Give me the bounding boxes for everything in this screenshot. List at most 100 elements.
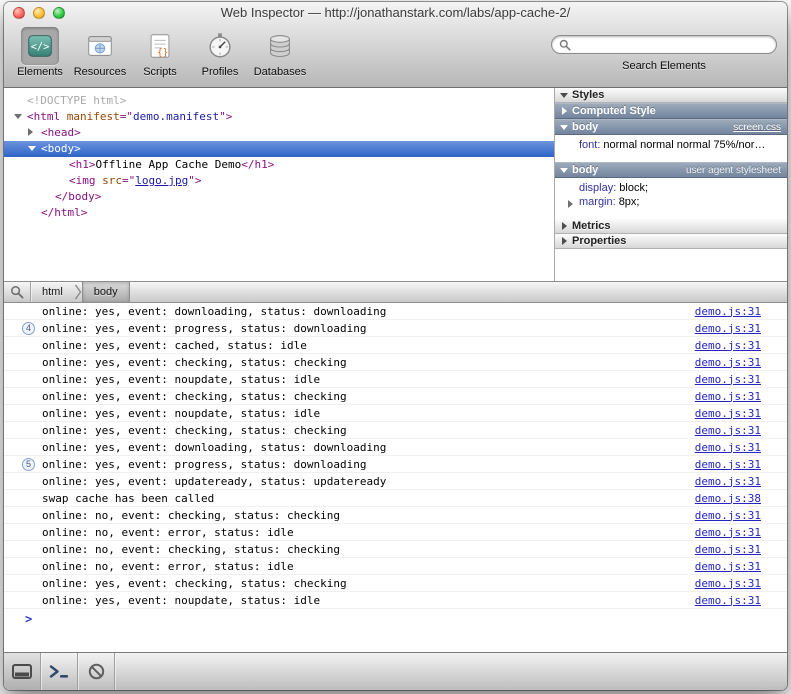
window-chrome: Web Inspector — http://jonathanstark.com… (4, 2, 787, 88)
source-location-link[interactable]: demo.js:31 (695, 305, 761, 318)
css-property-value: 8px; (619, 196, 640, 208)
css-property-display[interactable]: display:block; (555, 181, 787, 195)
close-button[interactable] (13, 7, 25, 19)
toolbar-item-profiles[interactable]: Profiles (190, 26, 250, 78)
dom-token-tag: =" (122, 174, 135, 187)
rule-properties: font:normal normal normal 75%/nor… (555, 135, 787, 162)
disclosure-right-icon[interactable] (560, 237, 568, 245)
dom-tree-node[interactable]: <img src="logo.jpg"> (4, 173, 554, 189)
source-location-link[interactable]: demo.js:31 (695, 322, 761, 335)
console-message-row: online: yes, event: checking, status: ch… (4, 422, 787, 439)
source-location-link[interactable]: demo.js:31 (695, 594, 761, 607)
disclosure-down-icon[interactable] (14, 109, 27, 125)
dom-tree-node[interactable]: <!DOCTYPE html> (4, 93, 554, 109)
search-field[interactable] (551, 35, 777, 54)
toolbar-label: Elements (17, 66, 63, 78)
dom-token-tag: </html> (41, 206, 87, 219)
disclosure-down-icon[interactable] (560, 125, 568, 130)
source-location-link[interactable]: demo.js:31 (695, 407, 761, 420)
console-toggle-button[interactable] (41, 653, 78, 690)
search-input[interactable] (575, 39, 769, 51)
dom-token-gray: <!DOCTYPE html> (27, 94, 126, 107)
toolbar-item-elements[interactable]: </> Elements (10, 26, 70, 78)
toolbar-item-scripts[interactable]: {} Scripts (130, 26, 190, 78)
css-property-name: display: (579, 182, 616, 194)
properties-section-header[interactable]: Properties (555, 234, 787, 249)
dock-console-button[interactable] (4, 653, 41, 690)
source-location-link[interactable]: demo.js:31 (695, 458, 761, 471)
status-bar (4, 652, 787, 690)
console-prompt-caret: > (25, 612, 32, 626)
toolbar: </> Elements Resources (4, 24, 787, 87)
dom-token-tag: </body> (55, 190, 101, 203)
minimize-button[interactable] (33, 7, 45, 19)
computed-style-header[interactable]: Computed Style (555, 103, 787, 119)
console-search-button[interactable] (4, 282, 31, 302)
dom-tree-node[interactable]: <h1>Offline App Cache Demo</h1> (4, 157, 554, 173)
resource-link[interactable]: logo.jpg (135, 174, 188, 187)
source-location-link[interactable]: demo.js:31 (695, 424, 761, 437)
disclosure-right-icon[interactable] (568, 198, 573, 209)
zoom-button[interactable] (53, 7, 65, 19)
css-property-name: margin: (579, 196, 616, 208)
toolbar-item-resources[interactable]: Resources (70, 26, 130, 78)
dom-tree-node[interactable]: </body> (4, 189, 554, 205)
source-location-link[interactable]: demo.js:31 (695, 339, 761, 352)
source-location-link[interactable]: demo.js:31 (695, 577, 761, 590)
dom-tree-node[interactable]: </html> (4, 205, 554, 221)
disclosure-down-icon[interactable] (560, 168, 568, 173)
source-location-link[interactable]: demo.js:31 (695, 560, 761, 573)
disclosure-right-icon[interactable] (28, 125, 41, 141)
stylesheet-link[interactable]: screen.css (733, 122, 781, 133)
dock-icon (12, 664, 32, 679)
console-message-row: online: no, event: checking, status: che… (4, 541, 787, 558)
title-bar[interactable]: Web Inspector — http://jonathanstark.com… (4, 2, 787, 24)
console-message-row: online: yes, event: cached, status: idle… (4, 337, 787, 354)
breadcrumb-separator (74, 282, 82, 302)
scripts-icon: {} (141, 27, 179, 65)
disclosure-right-icon[interactable] (560, 222, 568, 230)
disclosure-down-icon[interactable] (560, 93, 568, 98)
repeat-count-badge: 4 (22, 322, 35, 335)
source-location-link[interactable]: demo.js:31 (695, 441, 761, 454)
console-message-row: online: no, event: error, status: idlede… (4, 524, 787, 541)
style-rule-header-screen[interactable]: body screen.css (555, 119, 787, 135)
disclosure-right-icon[interactable] (560, 107, 568, 115)
console-message-text: swap cache has been called (42, 492, 683, 505)
console-message-row: online: yes, event: downloading, status:… (4, 303, 787, 320)
console-message-row: online: yes, event: noupdate, status: id… (4, 592, 787, 609)
source-location-link[interactable]: demo.js:31 (695, 356, 761, 369)
dom-tree-node[interactable]: <html manifest="demo.manifest"> (4, 109, 554, 125)
css-property-value: block; (619, 182, 648, 194)
source-location-link[interactable]: demo.js:31 (695, 543, 761, 556)
styles-section-header[interactable]: Styles (555, 88, 787, 103)
toolbar-label: Profiles (202, 66, 239, 78)
css-property-name: font: (579, 139, 600, 151)
stylesheet-source-label: user agent stylesheet (686, 165, 781, 176)
css-property-font[interactable]: font:normal normal normal 75%/nor… (555, 138, 787, 152)
source-location-link[interactable]: demo.js:31 (695, 526, 761, 539)
source-location-link[interactable]: demo.js:31 (695, 509, 761, 522)
console-panel: online: yes, event: downloading, status:… (4, 303, 787, 652)
source-location-link[interactable]: demo.js:31 (695, 390, 761, 403)
source-location-link[interactable]: demo.js:31 (695, 475, 761, 488)
source-location-link[interactable]: demo.js:38 (695, 492, 761, 505)
dom-tree-node[interactable]: <head> (4, 125, 554, 141)
metrics-section-header[interactable]: Metrics (555, 219, 787, 234)
toolbar-search-area: Search Elements (551, 26, 777, 72)
disclosure-down-icon[interactable] (28, 141, 41, 157)
console-message-text: online: yes, event: progress, status: do… (42, 322, 683, 335)
source-location-link[interactable]: demo.js:31 (695, 373, 761, 386)
console-prompt-row[interactable]: > (4, 609, 787, 629)
toolbar-item-databases[interactable]: Databases (250, 26, 310, 78)
dom-token-attr: src (102, 174, 122, 187)
css-property-margin[interactable]: margin:8px; (555, 195, 787, 209)
console-message-text: online: yes, event: cached, status: idle (42, 339, 683, 352)
breadcrumb-body[interactable]: body (82, 282, 130, 302)
style-rule-header-useragent[interactable]: body user agent stylesheet (555, 162, 787, 178)
console-message-row: online: yes, event: checking, status: ch… (4, 388, 787, 405)
breadcrumb-html[interactable]: html (31, 282, 74, 302)
clear-console-button[interactable] (78, 653, 115, 690)
styles-sidebar: Styles Computed Style body screen.css fo… (554, 88, 787, 281)
dom-tree-node[interactable]: <body> (4, 141, 554, 157)
